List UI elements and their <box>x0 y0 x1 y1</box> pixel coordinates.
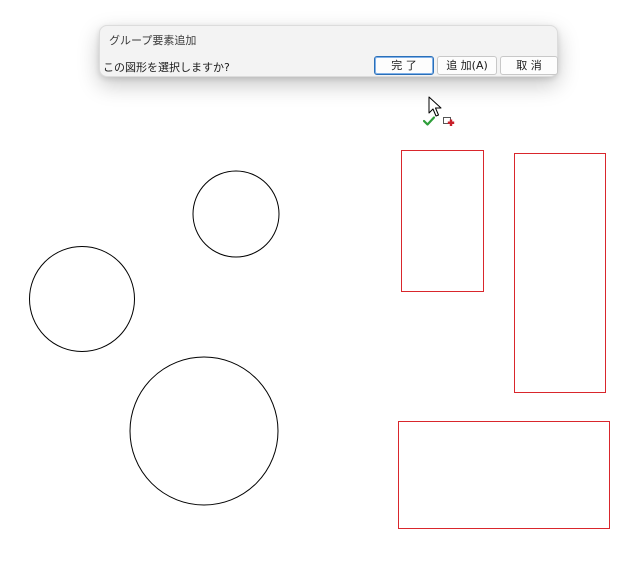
dialog-title: グループ要素追加 <box>109 34 197 47</box>
add-to-group-icon <box>443 117 455 126</box>
add-button[interactable]: 追 加(A) <box>437 56 497 75</box>
rectangle-shape-selected-2[interactable] <box>514 153 606 393</box>
circle-shape-1[interactable] <box>192 170 280 258</box>
drawing-area[interactable] <box>0 0 633 576</box>
arrow-cursor-icon <box>428 96 442 117</box>
dialog-prompt: この図形を選択しますか? <box>103 61 230 74</box>
rectangle-shape-selected-1[interactable] <box>401 150 484 292</box>
circle-shape-3[interactable] <box>129 356 279 506</box>
circle-shape-2[interactable] <box>29 246 135 352</box>
cancel-button[interactable]: 取 消 <box>500 56 558 75</box>
rectangle-shape-selected-3[interactable] <box>398 421 610 529</box>
green-check-icon <box>423 116 435 126</box>
group-add-dialog: グループ要素追加 この図形を選択しますか? 完 了 追 加(A) 取 消 <box>99 25 558 77</box>
done-button[interactable]: 完 了 <box>374 56 434 75</box>
drawing-canvas[interactable]: グループ要素追加 この図形を選択しますか? 完 了 追 加(A) 取 消 <box>0 0 633 576</box>
